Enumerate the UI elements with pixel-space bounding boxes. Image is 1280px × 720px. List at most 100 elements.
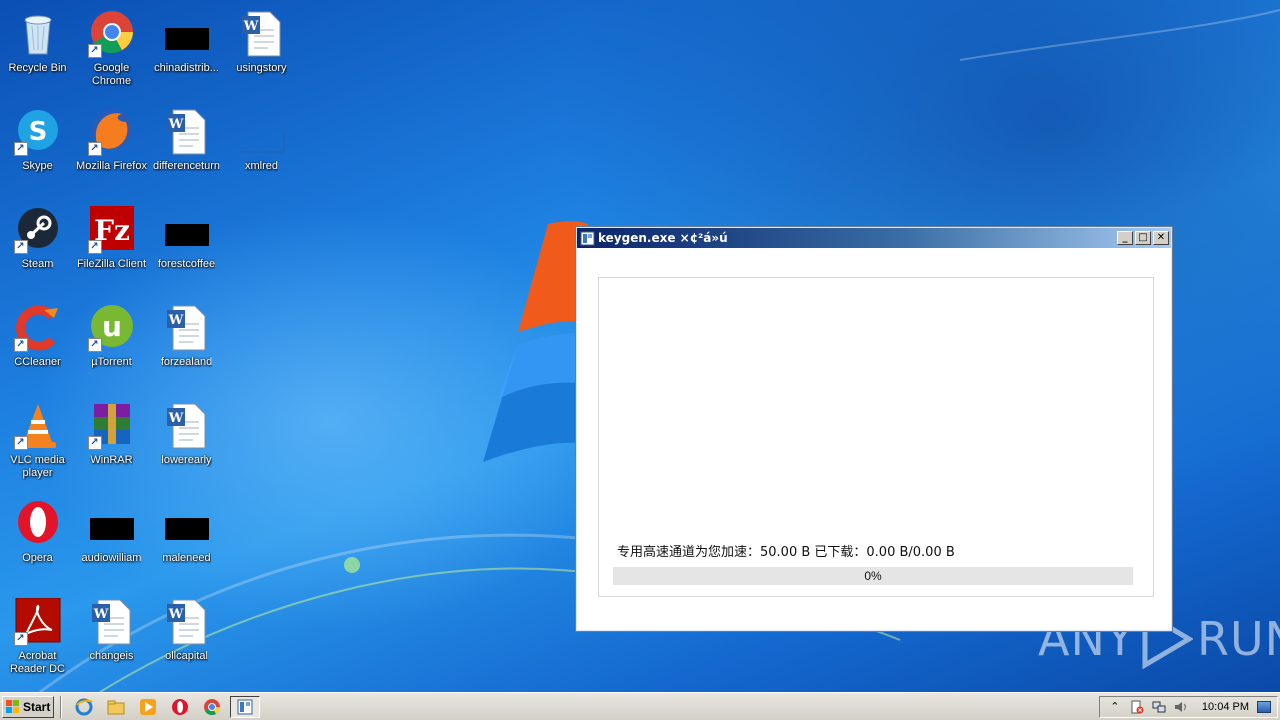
download-status-text: 专用高速通道为您加速：50.00 B 已下载：0.00 B/0.00 B: [617, 545, 955, 560]
desktop-icon-opera[interactable]: Opera: [0, 494, 75, 584]
icon-label: Acrobat Reader DC: [9, 650, 66, 675]
desktop-icon-usingstory[interactable]: W usingstory: [224, 4, 299, 94]
svg-text:W: W: [242, 19, 258, 34]
icon-label: µTorrent: [91, 356, 132, 368]
filezilla-icon: Fz ↗: [87, 206, 136, 254]
shortcut-arrow-icon: ↗: [13, 240, 28, 254]
icon-label: Opera: [22, 552, 53, 564]
desktop-icon-recycle-bin[interactable]: Recycle Bin: [0, 4, 75, 94]
desktop-icon-differenceturn[interactable]: W differenceturn: [149, 102, 224, 192]
word-doc-icon: W: [163, 108, 211, 156]
chrome-icon: ↗: [87, 10, 136, 58]
desktop-icon-ccleaner[interactable]: ↗ CCleaner: [0, 298, 75, 388]
ie-icon[interactable]: [73, 696, 95, 718]
window-title: keygen.exe ×¢²á»ú: [598, 231, 728, 245]
word-doc-icon: W: [88, 598, 136, 646]
window-titlebar[interactable]: keygen.exe ×¢²á»ú _ □ ✕: [577, 228, 1171, 248]
ccleaner-icon: ↗: [13, 304, 62, 352]
app-icon: [580, 231, 595, 245]
desktop-icon-google-chrome[interactable]: ↗ Google Chrome: [74, 4, 149, 94]
network-icon[interactable]: [1151, 699, 1167, 715]
maximize-button[interactable]: □: [1135, 231, 1151, 245]
shortcut-arrow-icon: ↗: [13, 142, 28, 156]
blank-file-icon: [88, 500, 136, 548]
icon-label: VLC media player: [10, 454, 65, 479]
icon-label: maleneed: [162, 552, 211, 564]
word-doc-icon: W: [163, 598, 211, 646]
action-center-icon[interactable]: [1129, 699, 1145, 715]
svg-text:W: W: [167, 117, 183, 132]
icon-label: differenceturn: [152, 160, 221, 172]
icon-label: WinRAR: [90, 454, 133, 466]
word-doc-icon: W: [238, 10, 286, 58]
shortcut-arrow-icon: ↗: [13, 338, 28, 352]
volume-icon[interactable]: [1173, 699, 1189, 715]
icon-label: Google Chrome: [91, 62, 132, 87]
desktop-icon-steam[interactable]: ↗ Steam: [0, 200, 75, 290]
icon-label: Recycle Bin: [8, 62, 67, 74]
utorrent-icon: u ↗: [87, 304, 136, 352]
svg-text:W: W: [167, 607, 183, 622]
watermark-right: RUN: [1196, 612, 1280, 666]
blank-file-icon: [163, 206, 211, 254]
shortcut-arrow-icon: ↗: [87, 44, 102, 58]
windows-logo-graphic: [483, 221, 588, 462]
desktop-icon-firefox[interactable]: ↗ Mozilla Firefox: [74, 102, 149, 192]
desktop-icon-changeis[interactable]: W changeis: [74, 592, 149, 682]
icon-label: Mozilla Firefox: [76, 160, 147, 172]
icon-label: ollcapital: [165, 650, 208, 662]
chrome-icon[interactable]: [201, 696, 223, 718]
desktop-icon-audiowilliam[interactable]: audiowilliam: [74, 494, 149, 584]
desktop-icon-vlc[interactable]: ↗ VLC media player: [0, 396, 75, 486]
taskbar: Start ⌃ 10:04 PM: [0, 692, 1280, 720]
taskbar-separator: [60, 695, 62, 718]
acrobat-icon: ↗: [13, 597, 62, 646]
svg-text:S: S: [28, 117, 47, 147]
shortcut-arrow-icon: ↗: [13, 632, 28, 646]
icon-label: lowerearly: [161, 454, 212, 466]
desktop-icon-utorrent[interactable]: u ↗ µTorrent: [74, 298, 149, 388]
desktop-icon-ollcapital[interactable]: W ollcapital: [149, 592, 224, 682]
media-player-icon[interactable]: [137, 696, 159, 718]
opera-icon[interactable]: [169, 696, 191, 718]
start-button[interactable]: Start: [2, 695, 54, 718]
desktop-icon-winrar[interactable]: ↗ WinRAR: [74, 396, 149, 486]
keygen-task-button[interactable]: [230, 695, 260, 718]
shortcut-arrow-icon: ↗: [87, 240, 102, 254]
explorer-icon[interactable]: [105, 696, 127, 718]
firefox-icon: ↗: [87, 108, 136, 156]
icon-label: forzealand: [160, 356, 213, 368]
clock[interactable]: 10:04 PM: [1202, 701, 1249, 713]
close-button[interactable]: ✕: [1153, 231, 1169, 245]
blank-file-icon: [163, 500, 211, 548]
recycle-bin-icon: [14, 10, 62, 58]
icon-label: usingstory: [236, 62, 287, 74]
show-hidden-icon[interactable]: ⌃: [1107, 699, 1123, 715]
icon-label: FileZilla Client: [76, 258, 147, 270]
content-panel: 专用高速通道为您加速：50.00 B 已下载：0.00 B/0.00 B 0%: [598, 277, 1154, 597]
icon-label: chinadistrib...: [154, 62, 219, 74]
skype-icon: S ↗: [13, 108, 62, 156]
icon-label: changeis: [89, 650, 134, 662]
start-label: Start: [23, 699, 51, 714]
desktop-icon-lowerearly[interactable]: W lowerearly: [149, 396, 224, 486]
desktop-icon-chinadistrib[interactable]: chinadistrib...: [149, 4, 224, 94]
show-desktop-button[interactable]: [1257, 700, 1271, 713]
icon-label: Skype: [22, 160, 53, 172]
winrar-icon: ↗: [87, 402, 136, 450]
icon-label: Steam: [21, 258, 54, 270]
minimize-button[interactable]: _: [1117, 231, 1133, 245]
progress-label: 0%: [864, 569, 882, 583]
keygen-window: keygen.exe ×¢²á»ú _ □ ✕ 专用高速通道为您加速：50.00…: [575, 226, 1173, 632]
desktop-icon-xmlred[interactable]: xmlred: [224, 102, 299, 192]
svg-text:W: W: [167, 411, 183, 426]
word-doc-icon: W: [163, 304, 211, 352]
desktop-icon-forzealand[interactable]: W forzealand: [149, 298, 224, 388]
desktop-icon-filezilla[interactable]: Fz ↗ FileZilla Client: [74, 200, 149, 290]
shortcut-arrow-icon: ↗: [13, 436, 28, 450]
desktop-icon-skype[interactable]: S ↗ Skype: [0, 102, 75, 192]
desktop-icon-forestcoffee[interactable]: forestcoffee: [149, 200, 224, 290]
desktop-icon-maleneed[interactable]: maleneed: [149, 494, 224, 584]
svg-text:W: W: [92, 607, 108, 622]
desktop-icon-acrobat[interactable]: ↗ Acrobat Reader DC: [0, 592, 75, 682]
